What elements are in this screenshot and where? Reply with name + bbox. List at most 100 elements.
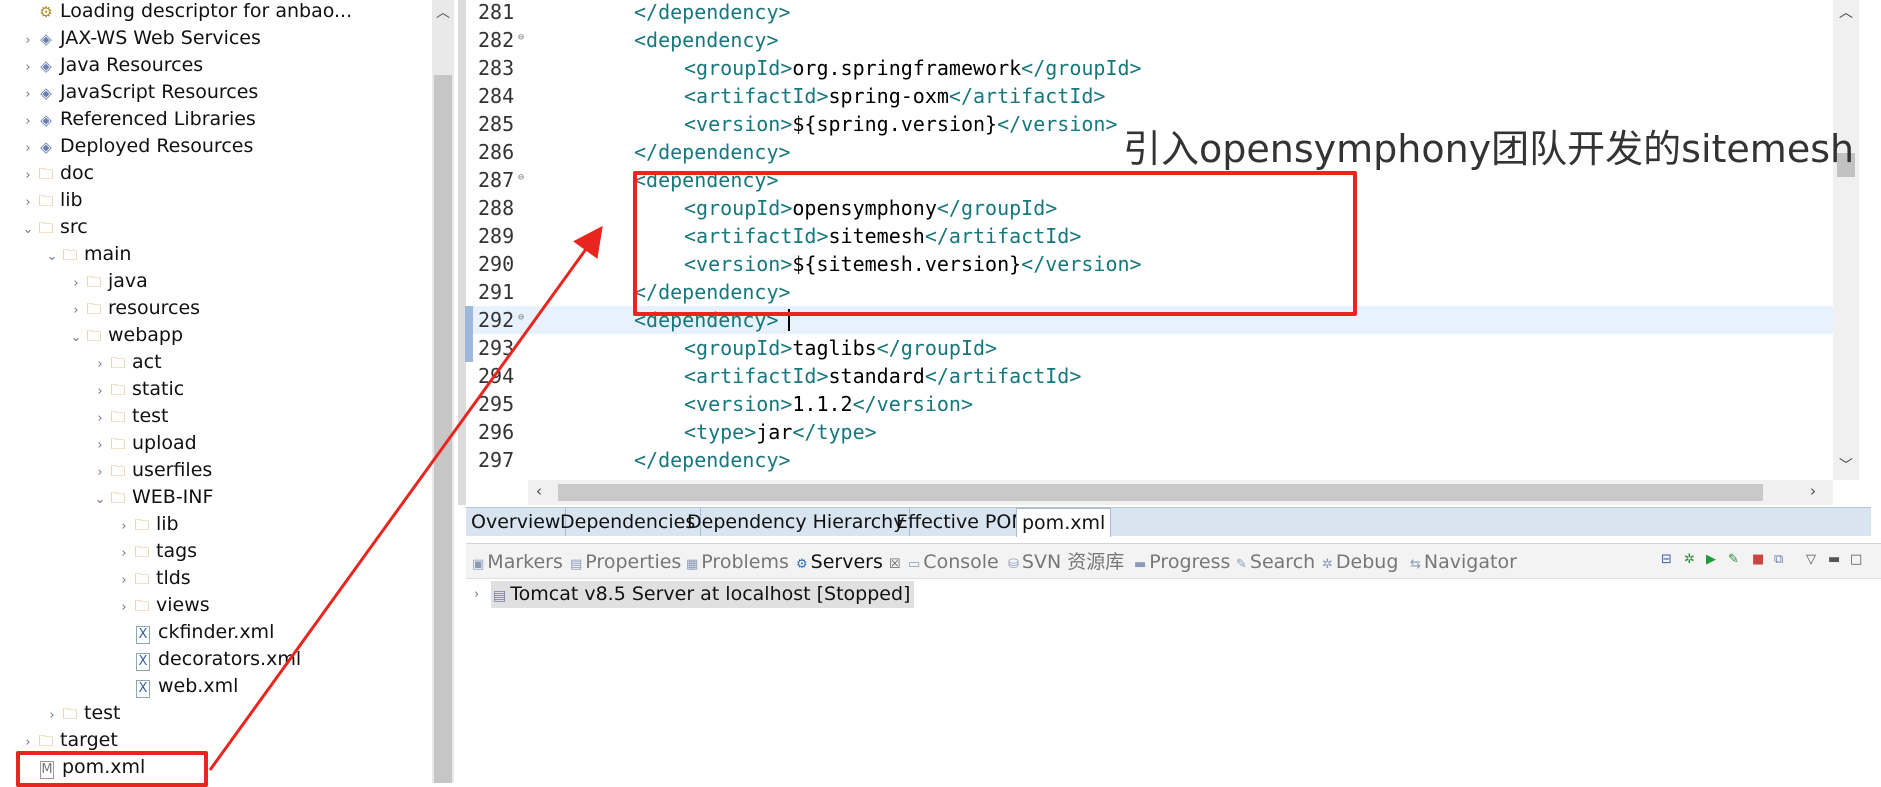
view-tab-properties[interactable]: ▤ Properties [570,549,681,575]
collapse-chevron-icon[interactable]: ⌄ [44,243,60,270]
view-tab-console[interactable]: ▭ Console [908,549,999,575]
expand-chevron-icon[interactable]: › [68,297,84,324]
expand-chevron-icon[interactable]: › [92,459,108,486]
tree-item-deployed-resources[interactable]: › ◈ Deployed Resources [20,133,253,160]
publish-icon[interactable]: ⧉ [1774,552,1783,567]
view-tab-search[interactable]: ✎ Search [1236,549,1315,575]
expand-chevron-icon[interactable]: › [20,81,36,108]
editor-tab-dependencies[interactable]: Dependencies [555,508,702,536]
tree-item-web-xml[interactable]: Xweb.xml [116,673,238,700]
tree-item-userfiles[interactable]: › 🗀 userfiles [92,457,212,484]
collapse-chevron-icon[interactable]: ⌄ [92,486,108,513]
expand-chevron-icon[interactable]: › [20,108,36,135]
expand-chevron-icon[interactable]: › [92,351,108,378]
tree-item-java-resources[interactable]: › ◈ Java Resources [20,52,203,79]
view-tab-debug[interactable]: ✲ Debug [1322,549,1398,575]
tomcat-server-entry[interactable]: ▤ Tomcat v8.5 Server at localhost [Stoppe… [491,581,915,608]
expand-chevron-icon[interactable]: › [20,27,36,54]
editor-horizontal-scrollbar-thumb[interactable] [558,484,1763,501]
view-tab-markers[interactable]: ▣ Markers [472,549,563,575]
code-line[interactable]: 284 <artifactId>spring-oxm</artifactId> [466,82,1833,110]
expand-chevron-icon[interactable]: › [20,135,36,162]
editor-tab-pom-xml[interactable]: pom.xml [1016,508,1112,537]
code-line[interactable]: 296 <type>jar</type> [466,418,1833,446]
scroll-down-arrow-icon[interactable]: ﹀ [1839,455,1853,475]
collapse-icon[interactable]: ⊟ [1661,552,1672,567]
expand-chevron-icon[interactable]: › [20,162,36,189]
tree-item-main[interactable]: ⌄ 🗀 main [44,241,132,270]
view-tab-problems[interactable]: ▦ Problems [686,549,789,575]
editor-tab-overview[interactable]: Overview [466,508,567,536]
tree-item-jax-ws-web-services[interactable]: › ◈ JAX-WS Web Services [20,25,261,52]
view-tab-servers[interactable]: ⚙ Servers ☒ [796,549,901,575]
code-line[interactable]: 297 </dependency> [466,446,1833,474]
code-line[interactable]: 282 ⊖ <dependency> [466,26,1833,54]
tree-item-web-inf[interactable]: ⌄ 🗀 WEB-INF [92,484,214,513]
tree-item-upload[interactable]: › 🗀 upload [92,430,196,459]
server-expand-chevron-icon[interactable]: › [474,581,479,608]
code-line[interactable]: 293 <groupId>taglibs</groupId> [466,334,1833,362]
view-menu-icon[interactable]: ▽ [1806,552,1816,567]
fold-toggle-icon[interactable]: ⊖ [518,164,524,192]
view-tab-svn[interactable]: ⛁ SVN 资源库 [1008,549,1124,575]
tree-item-src[interactable]: ⌄ 🗀 src [20,214,88,241]
tree-item-referenced-libraries[interactable]: › ◈ Referenced Libraries [20,106,255,135]
tree-item-lib[interactable]: › 🗀 lib [116,511,178,540]
tree-item-views[interactable]: › 🗀 views [116,592,209,621]
tree-item-javascript-resources[interactable]: › ◈ JavaScript Resources [20,79,258,106]
scroll-up-arrow-icon[interactable]: ︿ [1839,2,1853,22]
expand-chevron-icon[interactable]: › [116,513,132,540]
maximize-icon[interactable]: □ [1850,552,1862,567]
start-server-icon[interactable]: ▶ [1706,552,1716,567]
scroll-left-arrow-icon[interactable]: ‹ [536,482,542,500]
tree-item-resources[interactable]: › 🗀 resources [68,295,200,322]
view-tab-navigator[interactable]: ⇆ Navigator [1410,549,1517,575]
fold-toggle-icon[interactable]: ⊖ [518,24,524,52]
collapse-chevron-icon[interactable]: ⌄ [68,324,84,351]
expand-chevron-icon[interactable]: › [116,540,132,567]
debug-server-icon[interactable]: ✲ [1684,552,1695,567]
tree-item-test[interactable]: › 🗀 test [44,700,120,729]
tree-item-target[interactable]: › 🗀 target [20,727,117,754]
expand-chevron-icon[interactable]: › [68,270,84,297]
tree-item-act[interactable]: › 🗀 act [92,349,161,378]
expand-chevron-icon[interactable]: › [44,702,60,729]
close-tab-icon[interactable]: ☒ [889,557,901,572]
tree-item-lib[interactable]: › 🗀 lib [20,187,82,216]
tree-item-tlds[interactable]: › 🗀 tlds [116,565,190,594]
tree-item-static[interactable]: › 🗀 static [92,376,184,403]
expand-chevron-icon[interactable]: › [92,432,108,459]
code-line[interactable]: 283 <groupId>org.springframework</groupId… [466,54,1833,82]
editor-horizontal-scrollbar[interactable]: ‹ › [528,480,1833,505]
scroll-right-arrow-icon[interactable]: › [1810,482,1816,500]
tree-item-test[interactable]: › 🗀 test [92,403,168,432]
expand-chevron-icon[interactable]: › [92,378,108,405]
minimize-icon[interactable]: ▬ [1828,552,1840,567]
expand-chevron-icon[interactable]: › [20,54,36,81]
editor-vertical-scrollbar[interactable]: ︿ ﹀ [1833,0,1859,480]
code-line[interactable]: 295 <version>1.1.2</version> [466,390,1833,418]
expand-chevron-icon[interactable]: › [92,405,108,432]
tree-item-loading-descriptor-for-anbao[interactable]: ⚙ Loading descriptor for anbao... [20,0,352,25]
tree-item-doc[interactable]: › 🗀 doc [20,160,94,187]
expand-chevron-icon[interactable]: › [20,189,36,216]
view-tab-progress[interactable]: ▬ Progress [1134,549,1230,575]
stop-server-icon[interactable]: ■ [1752,552,1764,567]
profile-server-icon[interactable]: ✎ [1728,552,1739,567]
expand-chevron-icon[interactable]: › [116,594,132,621]
scroll-up-arrow-icon[interactable]: ︿ [436,2,450,22]
code-line[interactable]: 281 </dependency> [466,0,1833,26]
explorer-scrollbar[interactable]: ︿ [432,0,454,783]
collapse-chevron-icon[interactable]: ⌄ [20,216,36,243]
code-line[interactable]: 294 <artifactId>standard</artifactId> [466,362,1833,390]
editor-tab-dependency-hierarchy[interactable]: Dependency Hierarchy [682,508,911,536]
tree-item-ckfinder-xml[interactable]: Xckfinder.xml [116,619,274,646]
expand-chevron-icon[interactable]: › [116,567,132,594]
explorer-scrollbar-thumb[interactable] [434,75,452,783]
tree-item-webapp[interactable]: ⌄ 🗀 webapp [68,322,184,351]
editor-tab-effective-pom[interactable]: Effective POM [891,508,1034,536]
fold-toggle-icon[interactable]: ⊖ [518,304,524,332]
tree-item-java[interactable]: › 🗀 java [68,268,147,297]
tree-item-tags[interactable]: › 🗀 tags [116,538,197,565]
tree-item-decorators-xml[interactable]: Xdecorators.xml [116,646,301,673]
